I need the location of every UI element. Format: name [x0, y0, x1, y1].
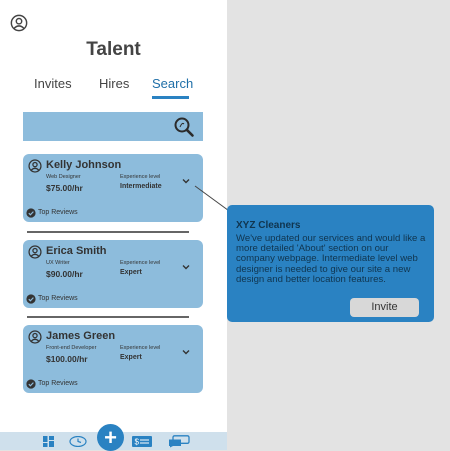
avatar-icon	[28, 330, 42, 344]
company-name: XYZ Cleaners	[236, 220, 301, 231]
top-reviews-label: Top Reviews	[38, 380, 78, 387]
page-title: Talent	[86, 39, 141, 60]
verified-check-icon	[26, 294, 36, 304]
phone-screen: Talent Invites Hires Search Kelly Johnso…	[0, 0, 227, 451]
svg-text:$: $	[135, 438, 140, 447]
verified-check-icon	[26, 208, 36, 218]
avatar-icon	[28, 245, 42, 259]
verified-check-icon	[26, 379, 36, 389]
candidate-name: Erica Smith	[46, 245, 107, 257]
job-description: We've updated our services and would lik…	[236, 233, 426, 285]
active-tab-indicator	[152, 96, 189, 99]
chevron-down-icon[interactable]	[181, 176, 191, 186]
candidate-card-kelly-johnson[interactable]: Kelly Johnson Web Designer $75.00/hr Exp…	[23, 154, 203, 222]
profile-icon[interactable]	[10, 14, 28, 32]
top-reviews-label: Top Reviews	[38, 295, 78, 302]
search-bar[interactable]	[23, 112, 203, 141]
avatar-icon	[28, 159, 42, 173]
candidate-card-james-green[interactable]: James Green Front-end Developer $100.00/…	[23, 325, 203, 393]
candidate-rate: $100.00/hr	[46, 354, 88, 364]
invite-button[interactable]: Invite	[350, 298, 419, 317]
payment-icon[interactable]: $	[132, 436, 152, 447]
messages-icon[interactable]	[168, 435, 190, 448]
tab-hires[interactable]: Hires	[99, 76, 129, 91]
chevron-down-icon[interactable]	[181, 262, 191, 272]
experience-label: Experience level	[120, 345, 161, 351]
candidate-role: Front-end Developer	[46, 345, 97, 351]
job-invite-popup: XYZ Cleaners We've updated our services …	[227, 205, 434, 322]
add-icon[interactable]: +	[97, 424, 124, 451]
search-icon[interactable]	[173, 116, 195, 138]
card-divider	[27, 316, 189, 318]
tab-search[interactable]: Search	[152, 76, 193, 91]
dashboard-icon[interactable]	[43, 436, 54, 447]
experience-value: Intermediate	[120, 183, 162, 190]
candidate-name: James Green	[46, 330, 116, 342]
chevron-down-icon[interactable]	[181, 347, 191, 357]
tab-invites[interactable]: Invites	[34, 76, 72, 91]
top-reviews-label: Top Reviews	[38, 209, 78, 216]
candidate-card-erica-smith[interactable]: Erica Smith UX Writer $90.00/hr Experien…	[23, 240, 203, 308]
experience-label: Experience level	[120, 260, 161, 266]
clock-icon[interactable]	[69, 436, 87, 447]
candidate-role: UX Writer	[46, 260, 70, 266]
candidate-name: Kelly Johnson	[46, 159, 122, 171]
experience-label: Experience level	[120, 174, 161, 180]
card-divider	[27, 231, 189, 233]
experience-value: Expert	[120, 269, 142, 276]
experience-value: Expert	[120, 354, 142, 361]
tab-bar: Invites Hires Search	[0, 76, 227, 96]
candidate-rate: $90.00/hr	[46, 269, 83, 279]
candidate-rate: $75.00/hr	[46, 183, 83, 193]
candidate-role: Web Designer	[46, 174, 81, 180]
